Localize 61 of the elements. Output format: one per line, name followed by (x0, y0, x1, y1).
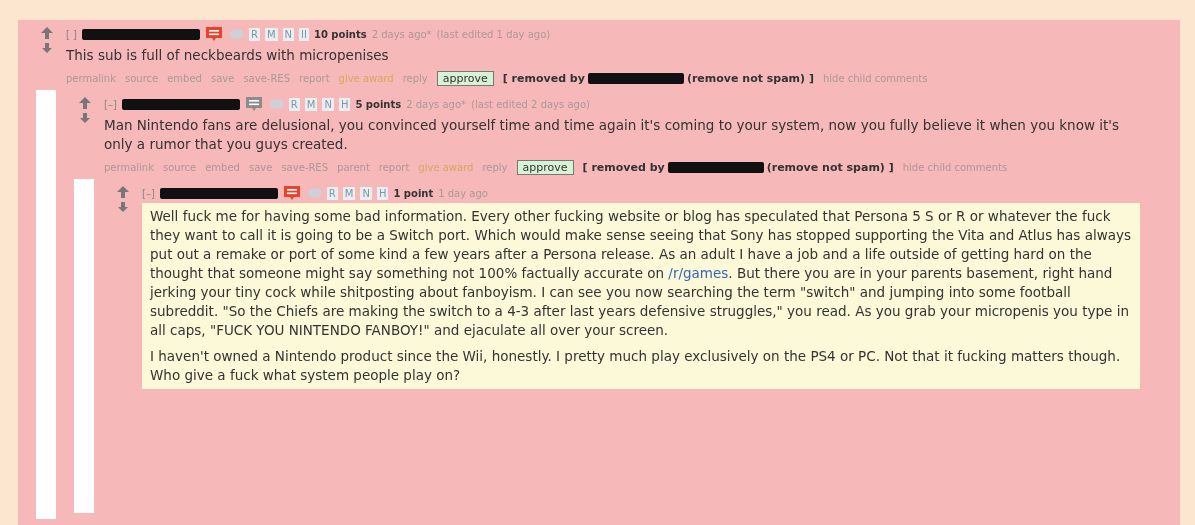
action-link[interactable]: embed (167, 73, 202, 84)
tag-label[interactable]: R (326, 186, 338, 200)
removed-label: [ removed by (502, 72, 585, 85)
points: 1 point (393, 187, 434, 199)
action-link[interactable]: save (210, 73, 235, 84)
downvote-icon[interactable] (79, 112, 91, 124)
action-link[interactable]: source (125, 73, 159, 84)
collapse-toggle[interactable]: [–] (142, 187, 155, 199)
message-icon[interactable] (244, 96, 263, 112)
approve-button[interactable]: approve (436, 71, 494, 86)
remove-not-spam-link[interactable]: (remove not spam) ] (686, 72, 814, 85)
edited-note: (last edited 2 days ago) (471, 98, 590, 110)
action-link[interactable]: permalink (104, 162, 154, 173)
action-link[interactable]: permalink (66, 73, 116, 84)
action-link[interactable]: reply (402, 73, 428, 84)
action-link[interactable]: save-RES (243, 73, 291, 84)
tag-label[interactable]: II (299, 27, 309, 41)
award-link[interactable]: give award (338, 73, 394, 84)
collapse-toggle[interactable]: [–] (104, 98, 117, 110)
points: 10 points (313, 28, 367, 40)
hide-children-link[interactable]: hide child comments (822, 73, 928, 84)
downvote-icon[interactable] (41, 42, 53, 54)
comment-text: This sub is full of neckbeards with micropenises (66, 46, 390, 65)
points: 5 points (355, 98, 402, 110)
action-link[interactable]: reply (482, 162, 508, 173)
tag-label[interactable]: H (376, 186, 389, 200)
tag-label[interactable]: R (288, 97, 300, 111)
hide-children-link[interactable]: hide child comments (902, 162, 1008, 173)
timestamp: 1 day ago (438, 187, 488, 199)
tag-label[interactable]: R (249, 27, 260, 41)
message-icon[interactable] (205, 26, 223, 42)
upvote-icon[interactable] (116, 185, 130, 199)
action-link[interactable]: embed (205, 162, 240, 173)
upvote-icon[interactable] (40, 26, 54, 40)
tag-label[interactable]: M (342, 186, 356, 200)
comment-text: I haven't owned a Nintendo product since the Wii, honestly. I pretty much play exclusively on the PS4 or PC. Not that it fucking matters though. Who give a fuck what system people play on? (150, 347, 1122, 385)
timestamp: 2 days ago* (371, 28, 432, 40)
upvote-icon[interactable] (78, 96, 92, 110)
approve-button[interactable]: approve (516, 160, 574, 175)
tag-label[interactable]: M (304, 97, 318, 111)
removed-label: [ removed by (582, 161, 665, 174)
action-link[interactable]: save (248, 162, 273, 173)
tag-label[interactable]: M (264, 27, 278, 41)
action-link[interactable]: report (378, 162, 410, 173)
collapse-toggle[interactable]: [ ] (66, 28, 77, 40)
timestamp: 2 days ago* (406, 98, 467, 110)
tag-label[interactable]: H (338, 97, 351, 111)
remove-not-spam-link[interactable]: (remove not spam) ] (766, 161, 894, 174)
message-icon[interactable] (282, 185, 301, 201)
action-link[interactable]: report (299, 73, 330, 84)
tag-label[interactable]: N (360, 186, 372, 200)
action-link[interactable]: parent (337, 162, 370, 173)
award-link[interactable]: give award (418, 162, 474, 173)
comment-text: Well fuck me for having some bad information. Every other fucking website or blog has speculated that Persona 5 S or R or whatever the fuck they want to call it is going to be a Switch port. Which would make sense seeing that Sony has stopped supporting the Vita and Atlus has always put out a remake or port of some kind a few years after a Persona release. As an adult I have a job and a life outside of getting hard on the thought that someone might say something not 100% factually accurate on /r/games. But there you are in your parents basement, right hand jerking your tiny cock while shitposting about fanboyism. I can see you now searching the term "switch" and jumping into some football subreddit. "So the Chiefs are making the switch to a 4-3 after last years defensive struggles," you read. As you grab your micropenis you type in all caps, "FUCK YOU NINTENDO FANBOY!" and ejaculate all over your screen. (150, 207, 1132, 340)
action-link[interactable]: source (163, 162, 197, 173)
edited-note: (last edited 1 day ago) (436, 28, 551, 40)
comment-text: Man Nintendo fans are delusional, you convinced yourself time and time again it's coming to your system, now you fully believe it when you know it's only a rumor that you guys created. (104, 116, 1121, 154)
tag-label[interactable]: N (322, 97, 334, 111)
downvote-icon[interactable] (117, 201, 129, 213)
action-link[interactable]: save-RES (281, 162, 329, 173)
tag-label[interactable]: N (282, 27, 295, 41)
